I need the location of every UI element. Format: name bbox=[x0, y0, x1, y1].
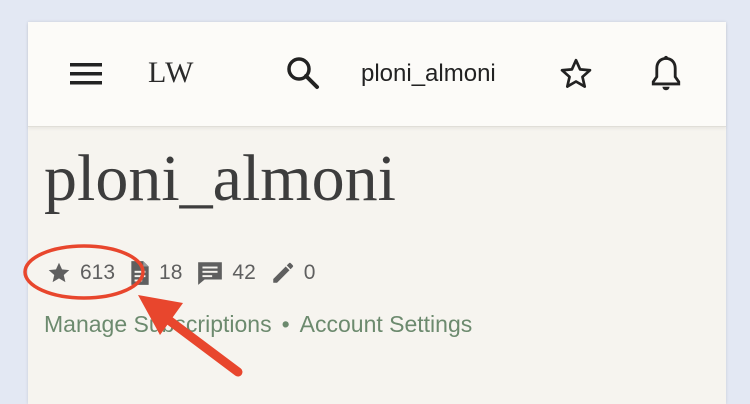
edits-stat: 0 bbox=[270, 260, 316, 286]
posts-stat: 18 bbox=[129, 260, 182, 286]
document-icon bbox=[131, 261, 149, 285]
edits-count: 0 bbox=[303, 261, 316, 284]
site-logo[interactable]: LW bbox=[148, 56, 194, 90]
link-separator: • bbox=[281, 311, 290, 337]
comment-icon bbox=[198, 262, 223, 285]
comments-count: 42 bbox=[232, 261, 256, 284]
profile-username-title: ploni_almoni bbox=[44, 142, 396, 215]
manage-subscriptions-link[interactable]: Manage Subscriptions bbox=[44, 311, 272, 337]
profile-links: Manage Subscriptions • Account Settings bbox=[44, 311, 472, 338]
search-icon[interactable] bbox=[282, 52, 324, 94]
karma-count: 613 bbox=[80, 261, 116, 284]
account-settings-link[interactable]: Account Settings bbox=[300, 311, 473, 337]
header-username[interactable]: ploni_almoni bbox=[361, 60, 496, 88]
posts-count: 18 bbox=[159, 261, 183, 284]
star-icon bbox=[48, 262, 70, 283]
comments-stat: 42 bbox=[196, 260, 256, 286]
star-outline-icon[interactable] bbox=[556, 54, 596, 94]
top-bar: LW ploni_almoni bbox=[28, 22, 726, 127]
pencil-icon bbox=[273, 262, 293, 283]
profile-stats: 613 18 42 0 bbox=[46, 258, 329, 288]
karma-stat: 613 bbox=[46, 260, 115, 286]
bell-icon[interactable] bbox=[646, 52, 686, 96]
profile-card: LW ploni_almoni ploni_almoni 613 18 42 0… bbox=[28, 22, 726, 404]
menu-icon[interactable] bbox=[64, 56, 108, 92]
